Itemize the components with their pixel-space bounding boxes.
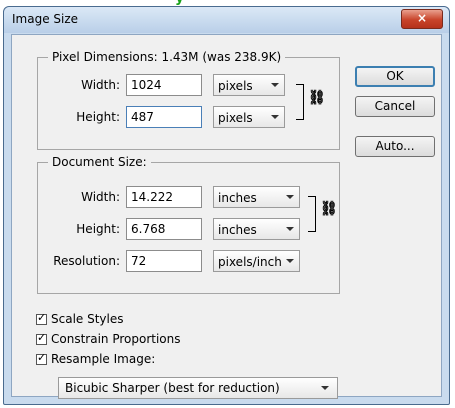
link-bracket: [308, 196, 316, 232]
image-size-dialog: Image Size × Pixel Dimensions: 1.43M (wa…: [3, 6, 450, 405]
resolution-label: Resolution:: [53, 254, 120, 268]
pixel-height-input[interactable]: [126, 106, 202, 128]
chain-link-icon: ⛓: [308, 90, 326, 106]
resample-method-value: Bicubic Sharper (best for reduction): [65, 381, 280, 395]
checkbox-checked-icon[interactable]: [36, 351, 47, 365]
checkbox-checked-icon[interactable]: [36, 331, 47, 345]
resample-image-checkbox[interactable]: Resample Image:: [36, 351, 156, 366]
pixel-width-label: Width:: [81, 78, 120, 92]
checkbox-checked-icon[interactable]: [36, 311, 47, 325]
title-bar: Image Size ×: [4, 7, 449, 33]
resolution-unit: pixels/inch: [218, 255, 282, 269]
pixel-width-input[interactable]: [126, 74, 202, 96]
pixel-height-label: Height:: [76, 110, 120, 124]
cancel-button[interactable]: Cancel: [355, 96, 435, 117]
close-button[interactable]: ×: [401, 9, 443, 29]
chevron-down-icon: [286, 195, 294, 199]
doc-height-unit: inches: [218, 223, 257, 237]
close-icon[interactable]: ×: [417, 11, 427, 25]
link-bracket: [296, 84, 304, 120]
resolution-input[interactable]: [126, 250, 202, 272]
constrain-proportions-label: Constrain Proportions: [51, 332, 181, 346]
doc-width-unit-select[interactable]: inches: [213, 186, 300, 208]
pixel-dimensions-group: Pixel Dimensions: 1.43M (was 238.9K) Wid…: [37, 50, 340, 150]
auto-button[interactable]: Auto...: [355, 136, 435, 157]
scale-styles-checkbox[interactable]: Scale Styles: [36, 311, 124, 326]
dialog-title: Image Size: [12, 12, 79, 26]
doc-width-unit: inches: [218, 191, 257, 205]
doc-width-input[interactable]: [126, 186, 202, 208]
pixel-width-unit-select[interactable]: pixels: [213, 74, 285, 96]
chevron-down-icon: [321, 386, 329, 390]
resolution-unit-select[interactable]: pixels/inch: [213, 250, 300, 272]
pixel-height-unit-select[interactable]: pixels: [213, 106, 285, 128]
doc-width-label: Width:: [81, 190, 120, 204]
chevron-down-icon: [271, 83, 279, 87]
resample-image-label: Resample Image:: [51, 352, 156, 366]
pixel-height-unit: pixels: [218, 111, 253, 125]
constrain-proportions-checkbox[interactable]: Constrain Proportions: [36, 331, 181, 346]
doc-height-unit-select[interactable]: inches: [213, 218, 300, 240]
doc-height-label: Height:: [76, 222, 120, 236]
doc-height-input[interactable]: [126, 218, 202, 240]
chevron-down-icon: [286, 259, 294, 263]
chevron-down-icon: [286, 227, 294, 231]
pixel-width-unit: pixels: [218, 79, 253, 93]
document-size-group: Document Size: Width: inches Height: inc…: [37, 155, 340, 294]
chain-link-icon: ⛓: [320, 201, 338, 217]
scale-styles-label: Scale Styles: [51, 312, 124, 326]
ok-button[interactable]: OK: [355, 66, 435, 87]
dialog-body: Pixel Dimensions: 1.43M (was 238.9K) Wid…: [11, 34, 442, 399]
document-size-legend: Document Size:: [48, 155, 151, 169]
resample-method-select[interactable]: Bicubic Sharper (best for reduction): [58, 377, 338, 399]
chevron-down-icon: [271, 115, 279, 119]
pixel-dimensions-legend: Pixel Dimensions: 1.43M (was 238.9K): [48, 50, 286, 64]
